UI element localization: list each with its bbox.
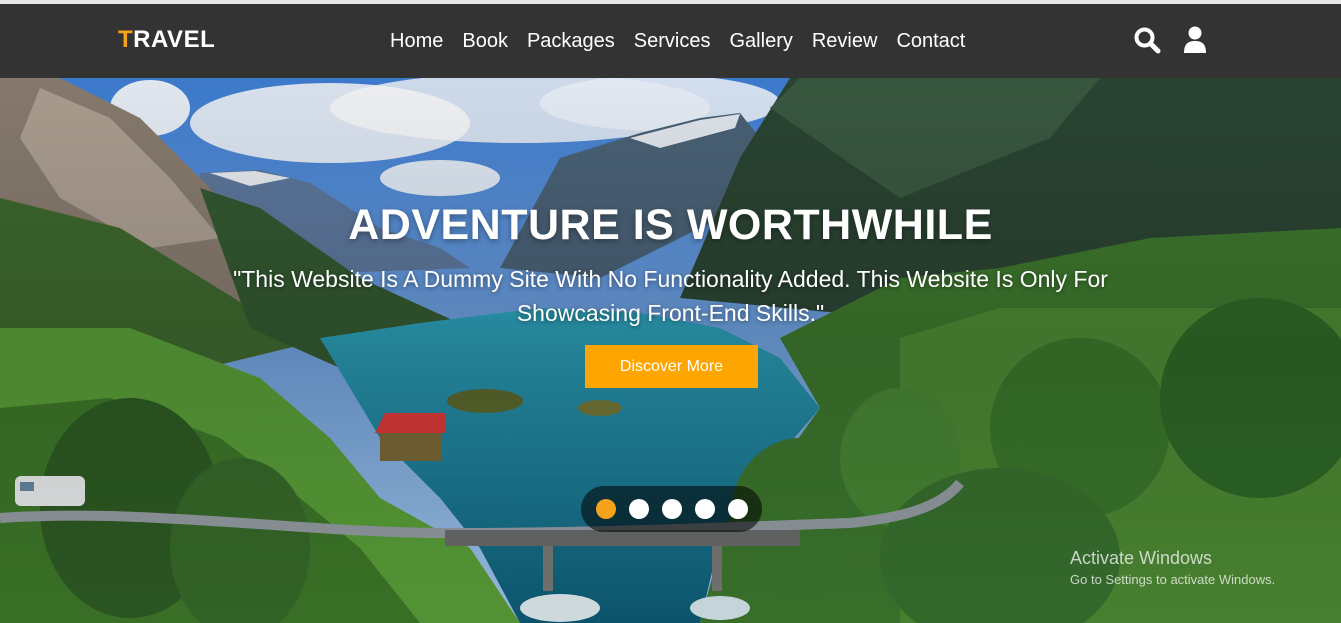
slider-dot[interactable] (694, 499, 715, 519)
nav-contact-link[interactable]: Contact (896, 28, 965, 54)
nav-services-link[interactable]: Services (634, 28, 711, 54)
watermark-subtitle: Go to Settings to activate Windows. (1070, 572, 1276, 587)
nav-home-link[interactable]: Home (390, 28, 443, 54)
header-icons (1133, 26, 1207, 54)
slider-dot[interactable] (628, 499, 649, 519)
search-icon[interactable] (1133, 26, 1161, 54)
windows-activation-watermark: Activate Windows Go to Settings to activ… (1070, 547, 1275, 589)
slider-pagination (581, 486, 762, 532)
hero-section: ADVENTURE IS WORTHWHILE "This Website Is… (0, 78, 1341, 623)
hero-subtitle: "This Website Is A Dummy Site With No Fu… (233, 266, 1108, 326)
user-icon[interactable] (1183, 26, 1207, 54)
nav-book-link[interactable]: Book (462, 28, 508, 54)
logo-text: RAVEL (133, 26, 216, 53)
slider-dot[interactable] (727, 499, 748, 519)
nav-packages-link[interactable]: Packages (527, 28, 615, 54)
slider-dot[interactable] (595, 499, 616, 519)
navbar: TRAVEL Home Book Packages Services Galle… (0, 4, 1341, 78)
watermark-title: Activate Windows (1070, 548, 1213, 568)
hero-title: ADVENTURE IS WORTHWHILE (348, 201, 993, 249)
brand-logo[interactable]: TRAVEL (118, 26, 215, 54)
nav-review-link[interactable]: Review (812, 28, 878, 54)
nav-gallery-link[interactable]: Gallery (730, 28, 793, 54)
discover-more-button[interactable]: Discover More (585, 345, 758, 388)
logo-initial: T (118, 26, 134, 53)
main-nav: Home Book Packages Services Gallery Revi… (390, 28, 965, 54)
slider-dot[interactable] (661, 499, 682, 519)
